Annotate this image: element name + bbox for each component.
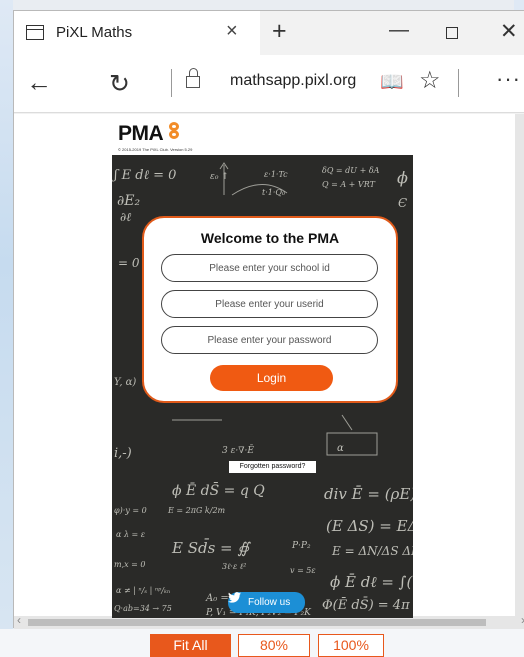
screen: PiXL Maths × + — ✕ ← ↻ mathsapp.pixl.org…: [0, 0, 524, 657]
tab-title: PiXL Maths: [56, 24, 133, 41]
scroll-left-arrow-icon[interactable]: ‹: [17, 613, 21, 627]
zoom-80-button[interactable]: 80%: [238, 634, 310, 657]
svg-text:3 ε·∇·Ē: 3 ε·∇·Ē: [222, 444, 254, 456]
svg-text:t·1·Q₀: t·1·Q₀: [262, 188, 286, 197]
maximize-button[interactable]: [446, 27, 458, 39]
svg-text:δQ = dU + δA: δQ = dU + δA: [322, 166, 380, 175]
svg-text:ε₀ ↑: ε₀ ↑: [210, 172, 229, 182]
tab-pixl-maths[interactable]: PiXL Maths ×: [14, 11, 260, 55]
svg-text:∂ℓ: ∂ℓ: [120, 210, 131, 224]
svg-text:Q·ab=34 → 75: Q·ab=34 → 75: [114, 604, 172, 613]
svg-text:div Ē = (ρE) =: div Ē = (ρE) =: [324, 485, 413, 503]
refresh-button[interactable]: ↻: [109, 69, 130, 99]
svg-text:α ≠ | ⁿ/ₛ | ⁿᵖ/ₖₙ: α ≠ | ⁿ/ₛ | ⁿᵖ/ₖₙ: [116, 586, 170, 595]
svg-text:Є: Є: [398, 196, 407, 210]
zoom-100-button[interactable]: 100%: [318, 634, 384, 657]
svg-text:E = ΔN/ΔS ΔN =: E = ΔN/ΔS ΔN =: [331, 544, 413, 558]
svg-text:ʃ E dℓ = 0: ʃ E dℓ = 0: [112, 168, 176, 183]
svg-text:= 0: = 0: [118, 256, 140, 270]
url-host: mathsapp.pixl.org: [230, 72, 357, 89]
svg-text:3ℓ·ε ℓ²: 3ℓ·ε ℓ²: [222, 562, 246, 571]
favorite-star-icon[interactable]: ☆: [419, 66, 441, 95]
scrollbar-thumb[interactable]: [28, 619, 486, 626]
pma-logo: PMA: [118, 122, 164, 145]
password-input[interactable]: [161, 326, 378, 354]
forgotten-password-link[interactable]: Forgotten password?: [229, 461, 316, 473]
more-menu-button[interactable]: ···: [496, 66, 521, 92]
svg-text:ϕ: ϕ: [397, 168, 408, 187]
svg-text:ε·1·Tc: ε·1·Tc: [264, 170, 288, 179]
follow-us-label: Follow us: [248, 597, 291, 608]
divider: [458, 69, 459, 97]
back-button[interactable]: ←: [26, 67, 52, 98]
svg-text:φ)·y = 0: φ)·y = 0: [114, 506, 147, 515]
svg-text:Y, α): Y, α): [114, 377, 136, 388]
login-card: Welcome to the PMA Login: [142, 216, 398, 403]
new-tab-button[interactable]: +: [272, 17, 287, 46]
svg-text:E Sd̄s = ∯: E Sd̄s = ∯: [171, 539, 251, 557]
zoom-fit-all-button[interactable]: Fit All: [150, 634, 231, 657]
svg-text:α: α: [337, 443, 344, 454]
tab-close-icon[interactable]: ×: [226, 20, 238, 43]
navigation-bar: ← ↻ mathsapp.pixl.org 📖 ☆ ···: [14, 55, 524, 113]
svg-text:i,-): i,-): [114, 446, 132, 461]
userid-input[interactable]: [161, 290, 378, 318]
svg-text:α λ = ε: α λ = ε: [116, 530, 145, 539]
svg-text:∂E₂: ∂E₂: [117, 193, 140, 209]
tab-bar: PiXL Maths × + — ✕: [14, 11, 524, 55]
login-button[interactable]: Login: [210, 365, 333, 391]
pma-app: PMA © 2015-2019 The PiXL Club. Version 5…: [112, 118, 413, 618]
zoom-toolbar: Fit All 80% 100%: [0, 629, 524, 657]
twitter-bird-icon: [228, 592, 241, 603]
lock-icon[interactable]: [186, 68, 200, 88]
address-bar[interactable]: mathsapp.pixl.org: [230, 72, 368, 90]
follow-us-button[interactable]: Follow us: [228, 592, 305, 613]
svg-text:E = 2πG k/2m: E = 2πG k/2m: [167, 506, 226, 515]
login-heading: Welcome to the PMA: [200, 230, 340, 246]
minimize-button[interactable]: —: [389, 19, 409, 42]
svg-text:Q = A + VRT: Q = A + VRT: [322, 180, 376, 189]
page-icon: [26, 25, 44, 40]
desktop-background-left: [0, 0, 13, 657]
close-window-button[interactable]: ✕: [500, 19, 518, 44]
svg-text:P·P₂: P·P₂: [291, 541, 311, 551]
svg-text:Φ(Ē dS̄) = 4π Q: Φ(Ē dS̄) = 4π Q: [322, 597, 413, 613]
logo-mark-icon: [169, 122, 180, 140]
svg-text:v = 5ε: v = 5ε: [290, 566, 316, 575]
svg-text:m,x = 0: m,x = 0: [114, 560, 146, 569]
divider: [171, 69, 172, 97]
copyright-text: © 2015-2019 The PiXL Club. Version 5.29: [118, 147, 193, 152]
vertical-scrollbar[interactable]: [515, 114, 524, 616]
svg-text:(E ΔS) = EΔS: (E ΔS) = EΔS: [326, 517, 413, 535]
blackboard-background: ʃ E dℓ = 0 ∂E₂ ∂ℓ = 0 Y, α) i,-) ε₀ ↑ ε·…: [112, 155, 413, 618]
svg-text:ϕ Ē dℓ = ∫(: ϕ Ē dℓ = ∫(: [330, 573, 413, 591]
svg-text:ϕ Ē dS̄ = q Q: ϕ Ē dS̄ = q Q: [172, 481, 265, 499]
school-id-input[interactable]: [161, 254, 378, 282]
reading-view-icon[interactable]: 📖: [380, 70, 404, 94]
